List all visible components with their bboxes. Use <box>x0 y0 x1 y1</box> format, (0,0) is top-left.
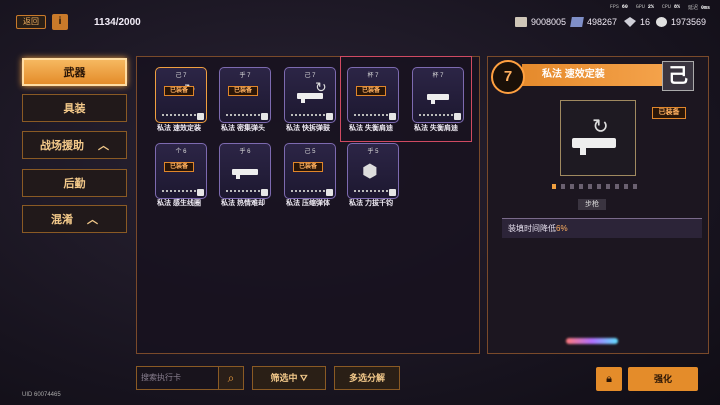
level-dot <box>597 184 601 189</box>
card-corner-icon <box>454 113 461 120</box>
card-corner-icon <box>389 189 396 196</box>
resource-gem: 16 <box>624 17 650 27</box>
card-label: 私法 热情难却 <box>221 200 265 207</box>
card-4[interactable]: 杯 7 已装备 <box>347 67 399 123</box>
coin-icon <box>656 17 667 27</box>
card-5[interactable]: 杯 7 <box>412 67 464 123</box>
hexagon-icon: ⬢ <box>362 161 378 181</box>
user-id: UID 60074465 <box>22 392 61 398</box>
card-3[interactable]: 己 7 ↻ <box>284 67 336 123</box>
card-label: 私法 力拔千钧 <box>349 200 393 207</box>
card-corner-icon <box>261 113 268 120</box>
cube-icon <box>570 17 584 27</box>
equipped-tag: 已装备 <box>652 107 686 119</box>
detail-level: 7 <box>491 60 525 94</box>
level-dot <box>588 184 592 189</box>
card-corner-icon <box>197 113 204 120</box>
card-label: 私法 压缩弹体 <box>286 200 330 207</box>
top-bar: 返回 i 1134/2000 FPS 60 GPU 2% CPU 8% 延迟 0… <box>0 0 720 40</box>
effect-text: 装填时间降低6% <box>502 218 702 238</box>
filter-icon: ⛛ <box>299 373 308 383</box>
card-label: 私法 快拆弹鼓 <box>286 125 330 132</box>
refresh-icon: ↻ <box>315 79 327 95</box>
rifle-icon <box>297 93 323 103</box>
weapon-type-label: 步枪 <box>578 199 606 210</box>
card-corner-icon <box>326 113 333 120</box>
level-dot <box>570 184 574 189</box>
filter-button[interactable]: 筛选中 ⛛ <box>252 366 326 390</box>
card-label: 私法 速效定装 <box>157 125 201 132</box>
level-dot <box>561 184 565 189</box>
level-dot <box>633 184 637 189</box>
lock-icon[interactable]: 🔒︎ <box>596 367 622 391</box>
level-dot <box>624 184 628 189</box>
card-2[interactable]: 乎 7 已装备 <box>219 67 271 123</box>
card-1[interactable]: 己 7 ↻ 已装备 <box>155 67 207 123</box>
card-corner-icon <box>326 189 333 196</box>
category-logistics[interactable]: 后勤 <box>22 169 127 197</box>
category-weapon[interactable]: 武器 <box>22 58 127 86</box>
rifle-icon <box>232 169 258 179</box>
card-corner-icon <box>261 189 268 196</box>
card-9[interactable]: 乎 5 ⬢ <box>347 143 399 199</box>
category-confusion[interactable]: 混淆 ︿ <box>22 205 127 233</box>
card-label: 私法 失衡肩迪 <box>349 125 393 132</box>
card-corner-icon <box>389 113 396 120</box>
card-6[interactable]: 个 6 已装备 <box>155 143 207 199</box>
pistol-icon <box>427 94 449 104</box>
perf-stats: FPS 60 GPU 2% CPU 8% 延迟 0ms <box>609 4 710 11</box>
info-button[interactable]: i <box>52 14 68 30</box>
gem-icon <box>624 17 636 27</box>
rarity-glow <box>566 338 618 344</box>
chevron-up-icon: ︿ <box>87 214 98 226</box>
card-label: 私法 失衡肩迪 <box>414 125 458 132</box>
resource-coin: 1973569 <box>656 17 706 27</box>
refresh-icon: ↻ <box>592 116 609 138</box>
back-button[interactable]: 返回 <box>16 15 46 29</box>
card-label: 私法 密集弹头 <box>221 125 265 132</box>
chevron-up-icon: ︿ <box>98 140 109 152</box>
category-gear[interactable]: 具装 <box>22 94 127 122</box>
card-8[interactable]: 己 5 已装备 <box>284 143 336 199</box>
card-7[interactable]: 乎 6 <box>219 143 271 199</box>
resource-cube: 498267 <box>570 17 617 27</box>
search-icon[interactable]: ⌕ <box>218 366 244 390</box>
enhance-button[interactable]: 强化 <box>628 367 698 391</box>
level-dot <box>552 184 556 189</box>
category-battle-support[interactable]: 战场援助 ︿ <box>22 131 127 159</box>
weapon-type-icon: 己 <box>662 61 694 91</box>
card-corner-icon <box>197 189 204 196</box>
level-dot <box>606 184 610 189</box>
card-capacity: 1134/2000 <box>94 17 141 28</box>
level-dot <box>615 184 619 189</box>
rifle-icon <box>572 138 616 155</box>
cash-icon <box>515 17 527 27</box>
detail-title: 私法 速效定装 <box>522 64 662 86</box>
resource-cash: 9008005 <box>515 17 566 27</box>
level-dots <box>552 184 637 189</box>
multi-select-button[interactable]: 多选分解 <box>334 366 400 390</box>
card-label: 私法 感生线圈 <box>157 200 201 207</box>
level-dot <box>579 184 583 189</box>
